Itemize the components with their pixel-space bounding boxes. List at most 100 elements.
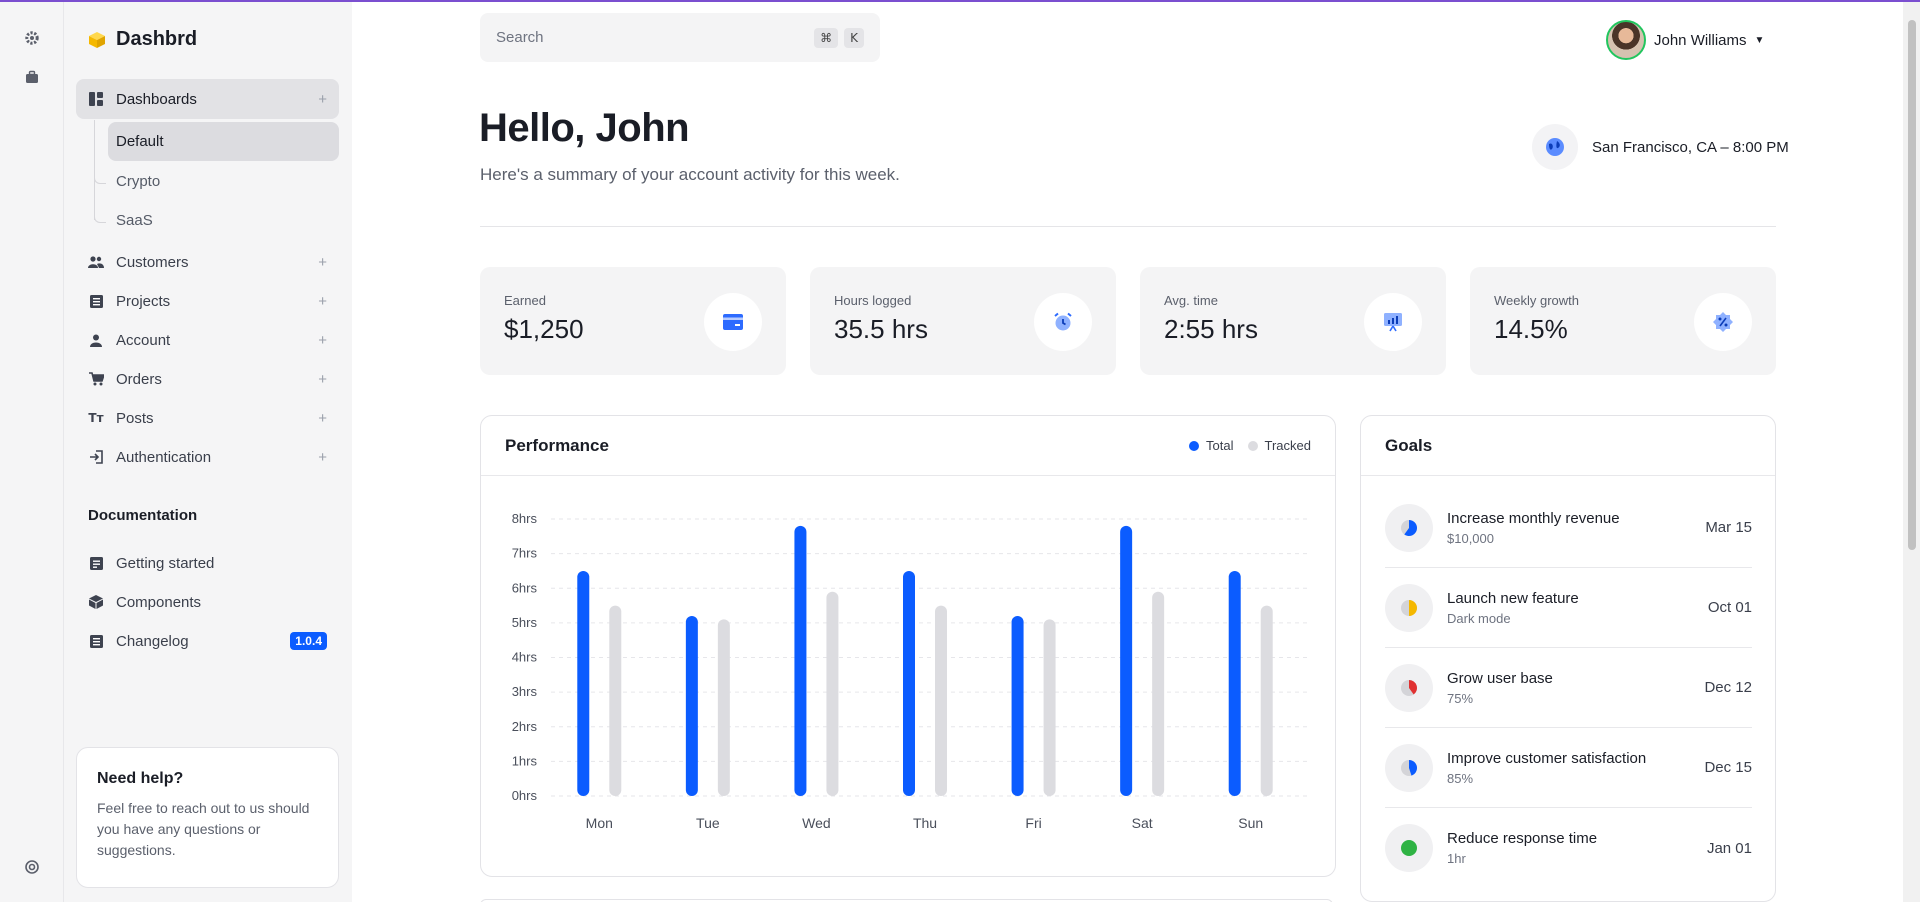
cube-logo-icon xyxy=(89,31,105,48)
plus-icon: + xyxy=(318,292,327,310)
plus-icon: + xyxy=(318,331,327,349)
legend-label: Tracked xyxy=(1264,438,1311,453)
panel-title: Performance xyxy=(505,435,609,455)
user-name: John Williams xyxy=(1654,31,1747,49)
percent-badge-icon xyxy=(1694,293,1752,351)
sidebar-subitem-saas[interactable]: SaaS xyxy=(108,201,339,240)
y-tick-label: 0hrs xyxy=(512,788,538,803)
card-icon xyxy=(704,293,762,351)
bar-total xyxy=(577,570,590,796)
sidebar-subitem-crypto[interactable]: Crypto xyxy=(108,162,339,201)
tree-branch xyxy=(94,174,106,184)
list-icon xyxy=(88,633,104,649)
goal-subtitle: Dark mode xyxy=(1447,610,1511,626)
brand-name: Dashbrd xyxy=(116,28,198,50)
goal-title: Reduce response time xyxy=(1447,830,1598,847)
location-time: San Francisco, CA – 8:00 PM xyxy=(1532,124,1789,170)
legend-dot xyxy=(1189,440,1200,451)
plus-icon: + xyxy=(318,90,327,108)
dashboard-icon xyxy=(88,91,104,107)
sidebar-item-orders[interactable]: Orders + xyxy=(76,359,339,399)
sidebar-item-label: Getting started xyxy=(116,554,215,572)
sidebar-subitem-label: Default xyxy=(116,133,164,150)
goal-item[interactable]: Reduce response time 1hr Jan 01 xyxy=(1385,808,1752,888)
legend-item-tracked[interactable]: Tracked xyxy=(1247,438,1311,453)
sidebar-subitem-default[interactable]: Default xyxy=(108,122,339,161)
goal-title: Launch new feature xyxy=(1447,589,1579,607)
globe-icon xyxy=(1532,124,1578,170)
goal-title: Improve customer satisfaction xyxy=(1447,749,1647,767)
x-tick-label: Sat xyxy=(1132,815,1153,831)
sidebar-item-changelog[interactable]: Changelog 1.0.4 xyxy=(76,621,339,661)
sidebar-item-authentication[interactable]: Authentication + xyxy=(76,437,339,477)
goal-item[interactable]: Grow user base 75% Dec 12 xyxy=(1385,648,1752,728)
goal-progress-icon xyxy=(1385,583,1433,632)
goal-body: Reduce response time 1hr xyxy=(1447,830,1707,866)
goal-body: Launch new feature Dark mode xyxy=(1447,590,1708,626)
legend-item-total[interactable]: Total xyxy=(1189,438,1234,453)
y-tick-label: 3hrs xyxy=(512,684,538,699)
sidebar-item-label: Projects xyxy=(116,292,171,310)
goal-item[interactable]: Launch new feature Dark mode Oct 01 xyxy=(1385,568,1752,648)
cart-icon xyxy=(88,371,104,387)
bar-tracked xyxy=(717,619,730,796)
goal-item[interactable]: Increase monthly revenue $10,000 Mar 15 xyxy=(1385,488,1752,568)
support-icon[interactable] xyxy=(22,857,42,877)
goal-item[interactable]: Improve customer satisfaction 85% Dec 15 xyxy=(1385,728,1752,808)
y-tick-label: 4hrs xyxy=(512,650,538,665)
sidebar-item-customers[interactable]: Customers + xyxy=(76,242,339,282)
divider xyxy=(480,226,1776,227)
bar-total xyxy=(1120,525,1133,796)
goal-date: Mar 15 xyxy=(1705,519,1752,536)
sidebar-item-label: Customers xyxy=(116,253,189,271)
tree-line xyxy=(94,120,95,220)
y-tick-label: 6hrs xyxy=(512,580,538,595)
goal-progress-icon xyxy=(1385,743,1433,792)
sidebar-item-label: Posts xyxy=(116,409,154,427)
performance-panel: Performance Total Tracked 0hrs 1hrs 2hrs 3h… xyxy=(480,415,1336,877)
sidebar-item-account[interactable]: Account + xyxy=(76,320,339,360)
doc-icon xyxy=(88,555,104,571)
chart-legend: Total Tracked xyxy=(1189,438,1311,453)
brand[interactable]: Dashbrd xyxy=(88,28,197,51)
help-title: Need help? xyxy=(97,770,184,787)
panel-title: Goals xyxy=(1385,435,1433,455)
goals-panel: Goals Increase monthly revenue $10,000 Mar… xyxy=(1360,415,1776,902)
tree-branch xyxy=(94,213,106,223)
goal-date: Oct 01 xyxy=(1707,599,1752,616)
bar-tracked xyxy=(826,591,839,796)
briefcase-icon[interactable] xyxy=(22,67,42,87)
sidebar-item-posts[interactable]: Tт Posts + xyxy=(76,398,339,438)
scrollbar-thumb[interactable] xyxy=(1908,20,1916,550)
sidebar-item-dashboards[interactable]: Dashboards + xyxy=(76,79,339,119)
bar-tracked xyxy=(609,605,622,796)
alarm-icon xyxy=(1034,293,1092,351)
sidebar-item-label: Dashboards xyxy=(116,90,197,108)
x-tick-label: Tue xyxy=(696,815,720,831)
user-menu[interactable]: John Williams ▼ xyxy=(1606,20,1764,60)
bar-total xyxy=(903,570,915,796)
sidebar: Dashbrd Dashboards + Default Crypto SaaS… xyxy=(64,2,352,902)
top-accent-line xyxy=(0,0,1920,2)
help-text: Feel free to reach out to us should you … xyxy=(97,800,310,858)
sidebar-item-label: Authentication xyxy=(116,448,212,466)
caret-down-icon: ▼ xyxy=(1754,34,1765,46)
settings-icon[interactable] xyxy=(22,28,42,48)
sidebar-item-components[interactable]: Components xyxy=(76,582,339,622)
scrollbar[interactable] xyxy=(1903,2,1920,902)
y-tick-label: 1hrs xyxy=(512,753,538,768)
icon-rail xyxy=(0,2,64,902)
sidebar-subitem-label: SaaS xyxy=(116,212,153,229)
avatar[interactable] xyxy=(1606,20,1646,60)
command-key-icon: ⌘ xyxy=(814,27,839,48)
bar-tracked xyxy=(935,605,947,796)
legend-label: Total xyxy=(1206,438,1234,453)
search-input[interactable] xyxy=(496,29,809,46)
search-bar[interactable]: ⌘ K xyxy=(480,13,880,62)
bar-tracked xyxy=(1152,591,1165,796)
help-card: Need help? Feel free to reach out to us … xyxy=(76,747,339,888)
sidebar-item-getting-started[interactable]: Getting started xyxy=(76,543,339,583)
goal-date: Jan 01 xyxy=(1706,839,1752,857)
sidebar-subitem-label: Crypto xyxy=(116,173,161,190)
sidebar-item-projects[interactable]: Projects + xyxy=(76,281,339,321)
